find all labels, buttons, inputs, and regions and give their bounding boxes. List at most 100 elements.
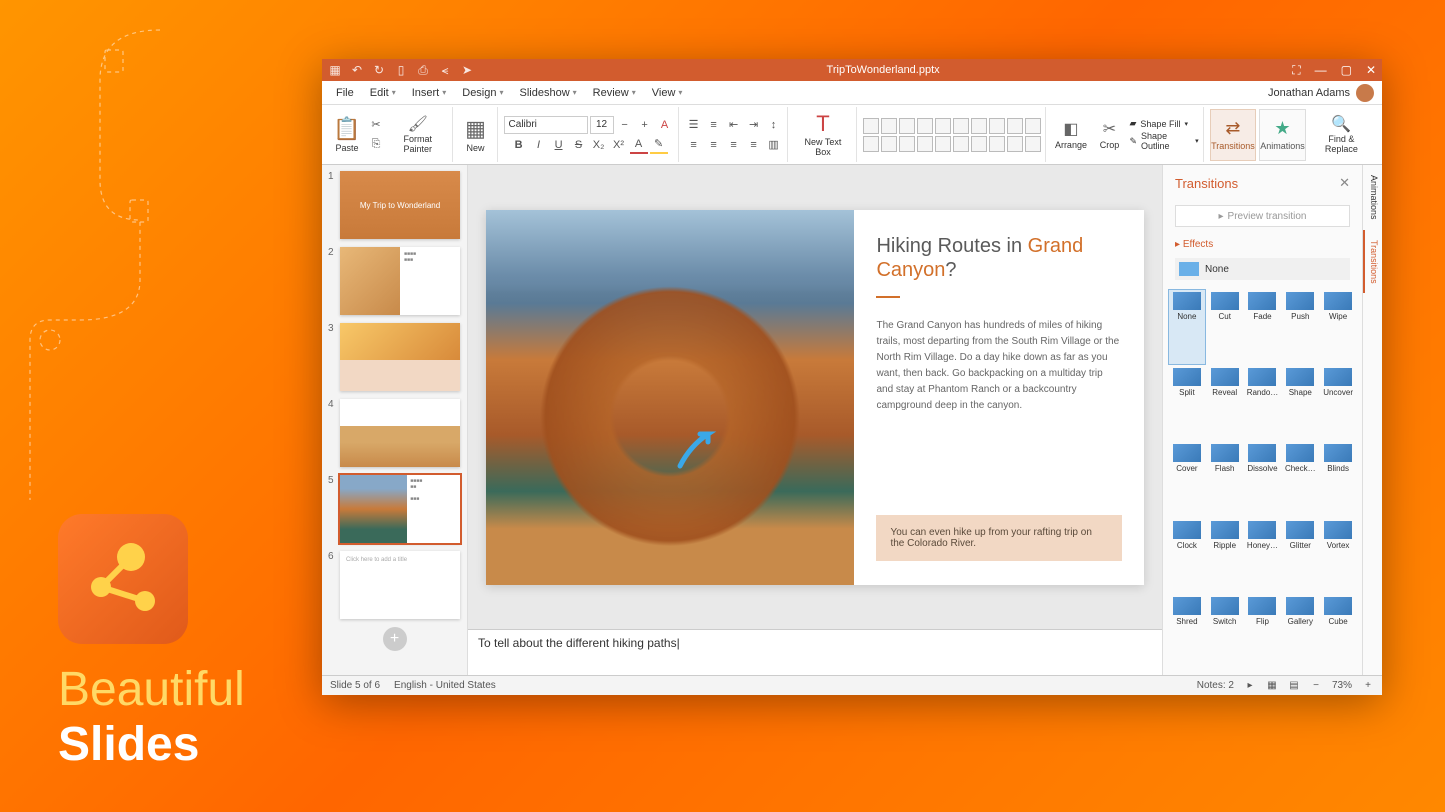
add-slide-button[interactable]: +: [383, 627, 407, 651]
thumb-4[interactable]: [340, 399, 460, 467]
close-panel-icon[interactable]: ✕: [1339, 175, 1350, 191]
crop-button[interactable]: ✂Crop: [1093, 109, 1127, 161]
shape-r4-icon[interactable]: [917, 136, 933, 152]
transition-rando[interactable]: Rando…: [1245, 366, 1281, 440]
thumb-5[interactable]: ■■■■■■■■■: [340, 475, 460, 543]
transition-clock[interactable]: Clock: [1169, 519, 1205, 593]
play-view-icon[interactable]: ▸: [1244, 680, 1256, 692]
language-label[interactable]: English - United States: [394, 680, 496, 691]
format-painter-button[interactable]: 🖌Format Painter: [388, 109, 448, 161]
transition-shred[interactable]: Shred: [1169, 595, 1205, 669]
paste-button[interactable]: 📋Paste: [330, 109, 364, 161]
underline-icon[interactable]: U: [550, 136, 568, 154]
shape-line-icon[interactable]: [863, 118, 879, 134]
minimize-icon[interactable]: —: [1315, 63, 1327, 78]
transition-reveal[interactable]: Reveal: [1207, 366, 1243, 440]
bold-icon[interactable]: B: [510, 136, 528, 154]
transition-cut[interactable]: Cut: [1207, 290, 1243, 364]
undo-icon[interactable]: ↶: [350, 63, 364, 77]
avatar[interactable]: [1356, 84, 1374, 102]
transition-split[interactable]: Split: [1169, 366, 1205, 440]
decrease-size-icon[interactable]: −: [616, 116, 634, 134]
shape-arrow-icon[interactable]: [881, 118, 897, 134]
vtab-transitions[interactable]: Transitions: [1363, 230, 1382, 294]
subscript-icon[interactable]: X₂: [590, 136, 608, 154]
thumb-3[interactable]: [340, 323, 460, 391]
font-size-select[interactable]: 12: [590, 116, 614, 134]
shape-r1-icon[interactable]: [863, 136, 879, 152]
notes-input[interactable]: To tell about the different hiking paths: [468, 629, 1162, 675]
slide-title[interactable]: Hiking Routes in Grand Canyon?: [876, 234, 1122, 282]
thumb-2[interactable]: ■■■■■■■: [340, 247, 460, 315]
outdent-icon[interactable]: ⇤: [725, 116, 743, 134]
zoom-out-icon[interactable]: −: [1310, 680, 1322, 692]
sorter-view-icon[interactable]: ▤: [1288, 680, 1300, 692]
thumb-6[interactable]: Click here to add a title: [340, 551, 460, 619]
italic-icon[interactable]: I: [530, 136, 548, 154]
share-icon[interactable]: ⪪: [438, 63, 452, 77]
transition-wipe[interactable]: Wipe: [1320, 290, 1356, 364]
notes-count[interactable]: Notes: 2: [1197, 680, 1234, 691]
shape-r8-icon[interactable]: [989, 136, 1005, 152]
numbering-icon[interactable]: ≡: [705, 116, 723, 134]
shape-r7-icon[interactable]: [971, 136, 987, 152]
shape-tri-icon[interactable]: [971, 118, 987, 134]
transition-fade[interactable]: Fade: [1245, 290, 1281, 364]
find-replace-button[interactable]: 🔍Find & Replace: [1309, 109, 1374, 161]
user-name[interactable]: Jonathan Adams: [1268, 87, 1350, 99]
line-spacing-icon[interactable]: ↕: [765, 116, 783, 134]
zoom-level[interactable]: 73%: [1332, 680, 1352, 691]
new-doc-icon[interactable]: ▯: [394, 63, 408, 77]
transitions-pane-button[interactable]: ⇄Transitions: [1210, 109, 1257, 161]
transition-cover[interactable]: Cover: [1169, 442, 1205, 516]
shape-r2-icon[interactable]: [881, 136, 897, 152]
transition-blinds[interactable]: Blinds: [1320, 442, 1356, 516]
clear-format-icon[interactable]: A: [656, 116, 674, 134]
shape-star-icon[interactable]: [989, 118, 1005, 134]
fullscreen-icon[interactable]: ⛶: [1292, 63, 1300, 78]
zoom-in-icon[interactable]: +: [1362, 680, 1374, 692]
menu-slideshow[interactable]: Slideshow▾: [514, 85, 583, 101]
increase-size-icon[interactable]: +: [636, 116, 654, 134]
transition-uncover[interactable]: Uncover: [1320, 366, 1356, 440]
transition-push[interactable]: Push: [1282, 290, 1318, 364]
menu-edit[interactable]: Edit▾: [364, 85, 402, 101]
transition-honey[interactable]: Honey…: [1245, 519, 1281, 593]
slide-body-text[interactable]: The Grand Canyon has hundreds of miles o…: [876, 318, 1122, 414]
shape-curve-icon[interactable]: [899, 118, 915, 134]
slide-callout[interactable]: You can even hike up from your rafting t…: [876, 515, 1122, 561]
transition-shape[interactable]: Shape: [1282, 366, 1318, 440]
transition-vortex[interactable]: Vortex: [1320, 519, 1356, 593]
shape-r6-icon[interactable]: [953, 136, 969, 152]
preview-transition-button[interactable]: ▸Preview transition: [1175, 205, 1350, 227]
thumb-1[interactable]: My Trip to Wonderland: [340, 171, 460, 239]
transition-cube[interactable]: Cube: [1320, 595, 1356, 669]
normal-view-icon[interactable]: ▦: [1266, 680, 1278, 692]
shape-rect-icon[interactable]: [935, 118, 951, 134]
shape-outline-button[interactable]: ✎Shape Outline▾: [1130, 131, 1199, 151]
shape-r9-icon[interactable]: [1007, 136, 1023, 152]
justify-icon[interactable]: ≡: [745, 136, 763, 154]
font-name-select[interactable]: Calibri: [504, 116, 588, 134]
transition-dissolve[interactable]: Dissolve: [1245, 442, 1281, 516]
cursor-icon[interactable]: ➤: [460, 63, 474, 77]
columns-icon[interactable]: ▥: [765, 136, 783, 154]
close-icon[interactable]: ✕: [1366, 63, 1376, 78]
menu-file[interactable]: File: [330, 85, 360, 101]
align-left-icon[interactable]: ≡: [685, 136, 703, 154]
transition-flip[interactable]: Flip: [1245, 595, 1281, 669]
current-slide[interactable]: Hiking Routes in Grand Canyon? The Grand…: [486, 210, 1144, 585]
align-right-icon[interactable]: ≡: [725, 136, 743, 154]
strike-icon[interactable]: S: [570, 136, 588, 154]
canvas-area[interactable]: Hiking Routes in Grand Canyon? The Grand…: [468, 165, 1162, 629]
indent-icon[interactable]: ⇥: [745, 116, 763, 134]
menu-view[interactable]: View▾: [646, 85, 689, 101]
shape-r3-icon[interactable]: [899, 136, 915, 152]
new-slide-button[interactable]: ▦New: [459, 109, 493, 161]
superscript-icon[interactable]: X²: [610, 136, 628, 154]
menu-insert[interactable]: Insert▾: [406, 85, 453, 101]
transition-gallery[interactable]: Gallery: [1282, 595, 1318, 669]
shape-elbow-icon[interactable]: [917, 118, 933, 134]
shape-fill-button[interactable]: ▰Shape Fill▾: [1130, 118, 1199, 129]
new-textbox-button[interactable]: TNew Text Box: [794, 109, 853, 161]
